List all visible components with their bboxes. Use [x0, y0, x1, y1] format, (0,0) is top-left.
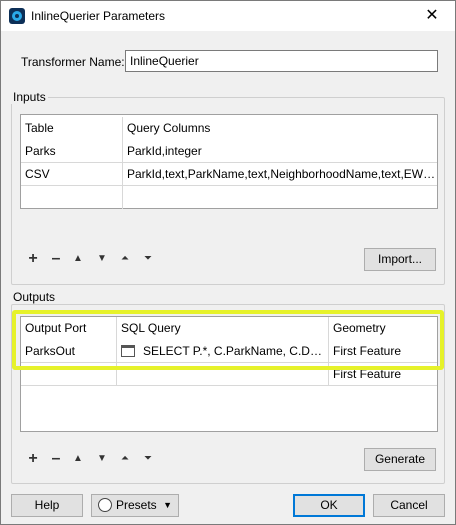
outputs-group-label: Outputs — [11, 290, 58, 304]
inputs-header-table: Table — [21, 117, 123, 140]
move-up-icon[interactable]: ▲ — [71, 252, 85, 266]
plus-icon[interactable]: + — [26, 451, 40, 467]
table-cell[interactable]: CSV — [21, 163, 123, 186]
move-down-icon[interactable]: ▼ — [95, 252, 109, 266]
plus-icon[interactable]: + — [26, 251, 40, 267]
minus-icon[interactable]: – — [49, 451, 63, 467]
chevron-down-icon: ▼ — [163, 500, 172, 510]
inputs-group-label: Inputs — [11, 90, 48, 104]
table-cell[interactable]: ParkId,text,ParkName,text,NeighborhoodNa… — [123, 163, 437, 186]
move-top-icon[interactable]: ⏶ — [118, 252, 132, 266]
title-bar: InlineQuerier Parameters ✕ — [1, 1, 455, 31]
import-button[interactable]: Import... — [364, 248, 436, 271]
app-icon — [9, 8, 25, 24]
move-top-icon[interactable]: ⏶ — [118, 452, 132, 466]
table-cell[interactable] — [21, 186, 123, 209]
table-cell[interactable] — [123, 186, 437, 209]
inputs-table: Table Query Columns Parks ParkId,integer… — [20, 114, 438, 209]
help-button[interactable]: Help — [11, 494, 83, 517]
window-title: InlineQuerier Parameters — [31, 9, 166, 23]
dialog-window: InlineQuerier Parameters ✕ Transformer N… — [0, 0, 456, 525]
transformer-name-label: Transformer Name: — [21, 55, 125, 69]
presets-label: Presets — [116, 498, 157, 512]
minus-icon[interactable]: – — [49, 251, 63, 267]
close-icon[interactable]: ✕ — [409, 1, 455, 31]
presets-button[interactable]: Presets ▼ — [91, 494, 179, 517]
table-cell[interactable]: ParkId,integer — [123, 140, 437, 163]
highlight-annotation — [12, 310, 444, 370]
transformer-name-input[interactable]: InlineQuerier — [125, 50, 438, 72]
inputs-header-query-columns: Query Columns — [127, 121, 211, 135]
move-bottom-icon[interactable]: ⏷ — [141, 252, 155, 266]
ok-button[interactable]: OK — [293, 494, 365, 517]
move-bottom-icon[interactable]: ⏷ — [141, 452, 155, 466]
generate-button[interactable]: Generate — [364, 448, 436, 471]
move-down-icon[interactable]: ▼ — [95, 452, 109, 466]
table-cell[interactable]: Parks — [21, 140, 123, 163]
gear-icon — [98, 498, 112, 512]
cancel-button[interactable]: Cancel — [373, 494, 445, 517]
move-up-icon[interactable]: ▲ — [71, 452, 85, 466]
